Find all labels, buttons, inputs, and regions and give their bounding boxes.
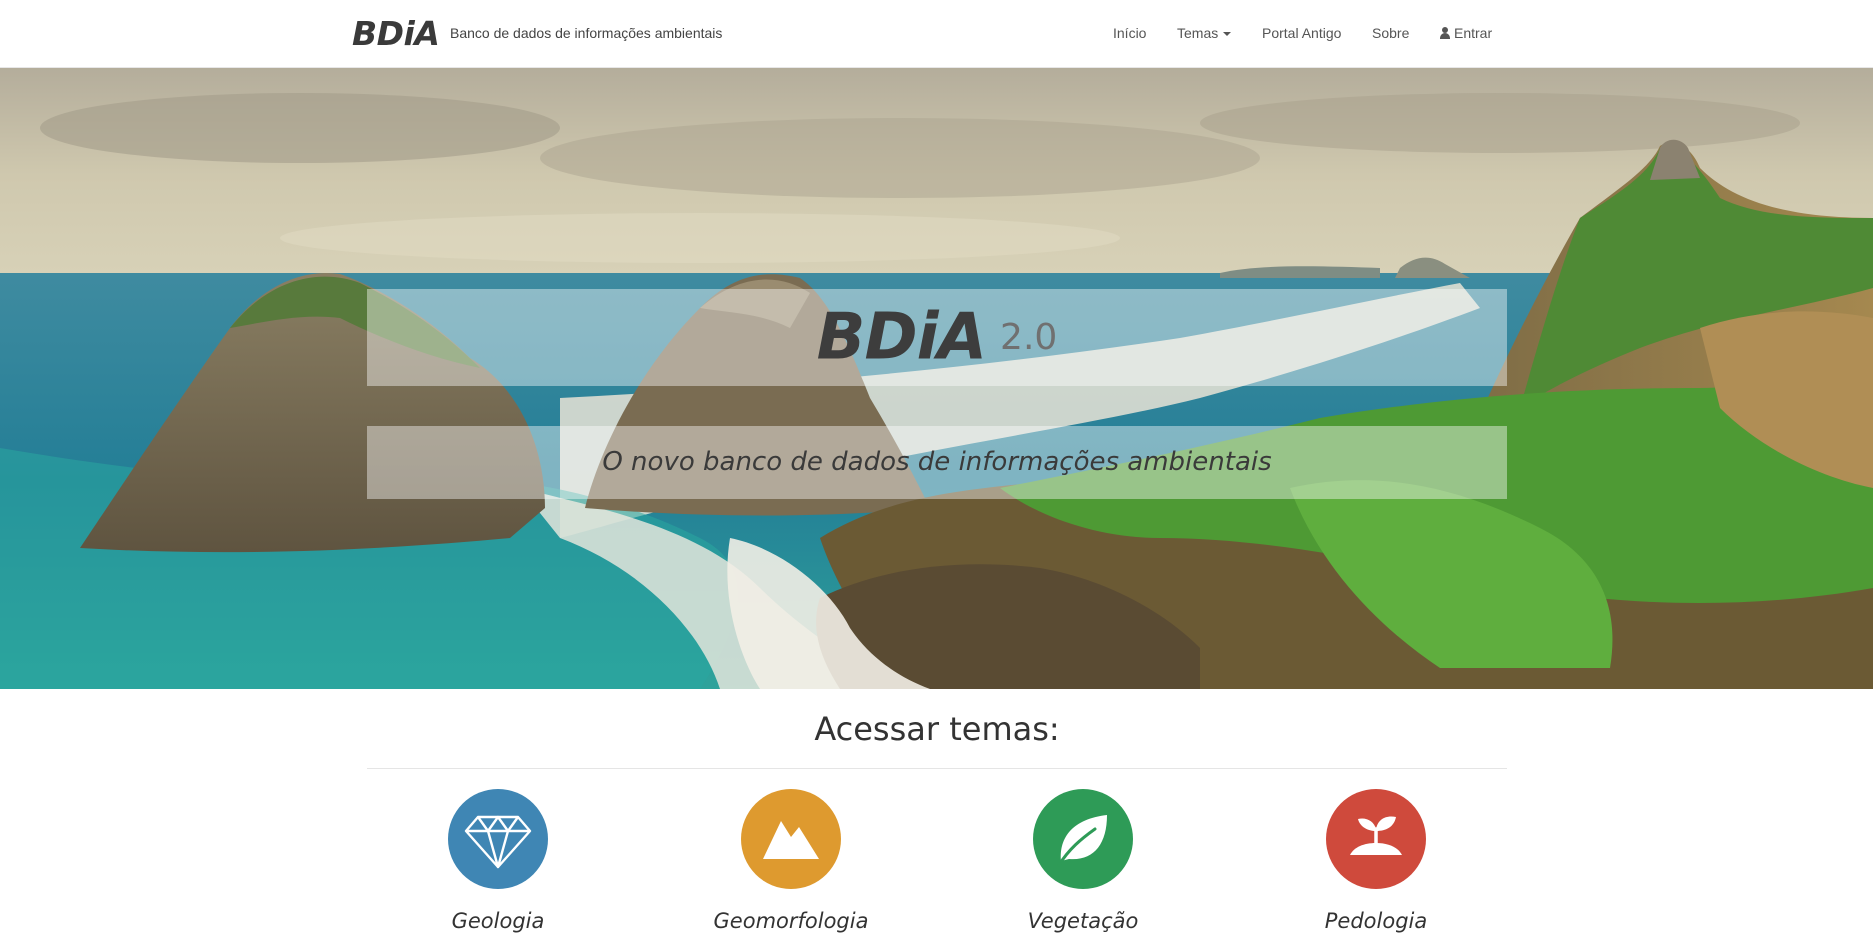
themes-heading: Acessar temas: [814,710,1060,748]
navbar: BDiA Banco de dados de informações ambie… [0,0,1873,68]
theme-card-geomorfologia[interactable]: Geomorfologia [681,789,901,933]
theme-circle-geomorfologia [741,789,841,889]
hero-subtitle: O novo banco de dados de informações amb… [602,447,1272,477]
nav-link-temas-label: Temas [1177,25,1219,41]
theme-circle-geologia [448,789,548,889]
diamond-icon [464,815,532,869]
theme-circle-pedologia [1326,789,1426,889]
section-divider [367,768,1507,769]
nav-link-portal-antigo[interactable]: Portal Antigo [1262,22,1341,44]
hero-title-name: BDiA [816,300,987,375]
theme-circle-vegetacao [1033,789,1133,889]
user-icon [1440,27,1450,39]
theme-card-geologia[interactable]: Geologia [388,789,608,933]
mountain-icon [763,821,819,859]
theme-label-geomorfologia: Geomorfologia [713,909,869,933]
nav-link-entrar-label: Entrar [1454,25,1493,41]
sprout-icon [1350,816,1402,855]
nav-link-sobre[interactable]: Sobre [1372,22,1409,44]
hero-banner: BDiA 2.0 O novo banco de dados de informa… [0,68,1873,689]
theme-label-geologia: Geologia [451,909,545,933]
nav-link-entrar[interactable]: Entrar [1440,22,1492,44]
nav-link-inicio[interactable]: Início [1113,22,1146,44]
nav-menu: Início Temas Portal Antigo Sobre Entrar [0,22,1873,44]
hero-title-version: 2.0 [1000,317,1058,359]
leaf-icon [1057,815,1107,867]
caret-down-icon [1223,32,1232,37]
theme-label-vegetacao: Vegetação [1027,909,1139,933]
theme-label-pedologia: Pedologia [1324,909,1428,933]
hero-title: BDiA 2.0 [367,289,1507,386]
theme-card-pedologia[interactable]: Pedologia [1266,789,1486,933]
hero-subtitle-box: O novo banco de dados de informações amb… [367,426,1507,499]
theme-card-vegetacao[interactable]: Vegetação [973,789,1193,933]
nav-link-temas[interactable]: Temas [1177,22,1232,44]
hero-title-box: BDiA 2.0 [367,289,1507,386]
